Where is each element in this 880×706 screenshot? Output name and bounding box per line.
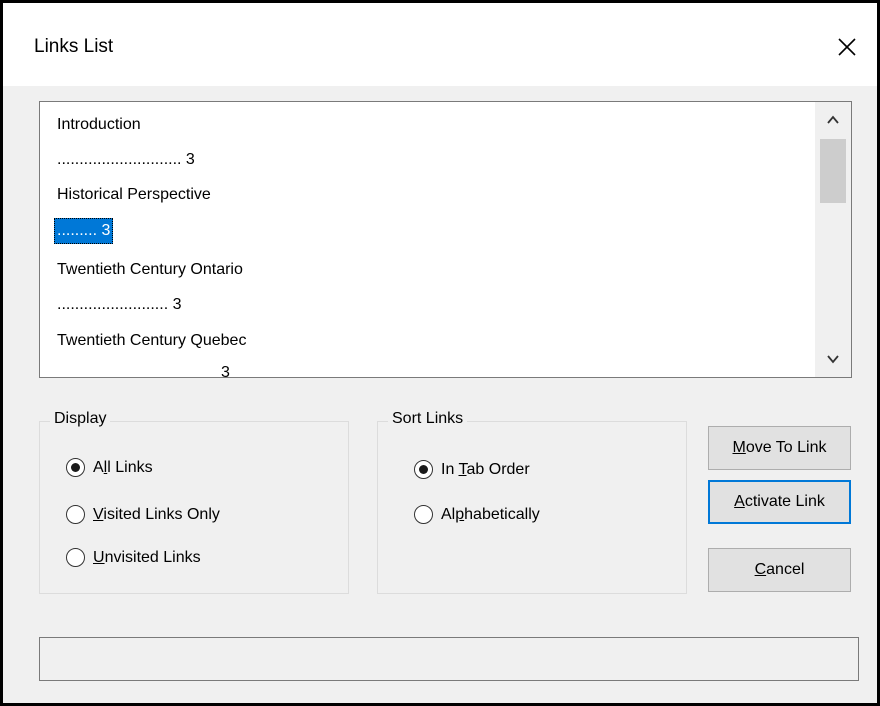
scroll-down-icon[interactable] <box>815 343 851 377</box>
status-bar <box>39 637 859 681</box>
links-list-items: Introduction ...........................… <box>40 102 815 377</box>
activate-link-button[interactable]: Activate Link <box>708 480 851 524</box>
radio-all-links-label: All Links <box>93 459 153 476</box>
vertical-scrollbar[interactable] <box>815 102 851 377</box>
list-item[interactable]: Twentieth Century Ontario <box>54 257 246 283</box>
links-list-dialog: Links List Introduction ................… <box>0 0 880 706</box>
radio-circle <box>66 548 85 567</box>
radio-checked-dot <box>419 465 428 474</box>
list-item[interactable]: ............................ 3 <box>54 147 198 173</box>
display-group: Display All Links Visited Links Only Unv… <box>39 410 349 594</box>
list-item[interactable]: Twentieth Century Quebec <box>54 328 249 354</box>
title-bar: Links List <box>3 3 877 86</box>
scroll-up-icon[interactable] <box>815 102 851 136</box>
list-item[interactable]: Historical Perspective <box>54 182 214 208</box>
move-to-link-button[interactable]: Move To Link <box>708 426 851 470</box>
sort-links-group: Sort Links In Tab Order Alphabetically <box>377 410 687 594</box>
list-item[interactable]: 3 <box>218 360 233 377</box>
sort-links-legend: Sort Links <box>388 410 468 428</box>
scroll-thumb[interactable] <box>820 139 846 203</box>
radio-unvisited-links-label: Unvisited Links <box>93 549 201 566</box>
links-listbox[interactable]: Introduction ...........................… <box>39 101 852 378</box>
list-item[interactable]: Introduction <box>54 112 144 138</box>
radio-alphabetically-label: Alphabetically <box>441 506 540 523</box>
radio-circle <box>66 458 85 477</box>
dialog-title: Links List <box>34 36 114 57</box>
radio-visited-links-only-label: Visited Links Only <box>93 506 220 523</box>
close-icon[interactable] <box>831 31 863 63</box>
list-item-selected[interactable]: ......... 3 <box>54 218 114 244</box>
radio-circle <box>414 505 433 524</box>
list-item[interactable]: ......................... 3 <box>54 292 184 318</box>
cancel-button[interactable]: Cancel <box>708 548 851 592</box>
radio-circle <box>66 505 85 524</box>
radio-in-tab-order-label: In Tab Order <box>441 461 530 478</box>
radio-circle <box>414 460 433 479</box>
radio-checked-dot <box>71 463 80 472</box>
display-legend: Display <box>50 410 111 428</box>
